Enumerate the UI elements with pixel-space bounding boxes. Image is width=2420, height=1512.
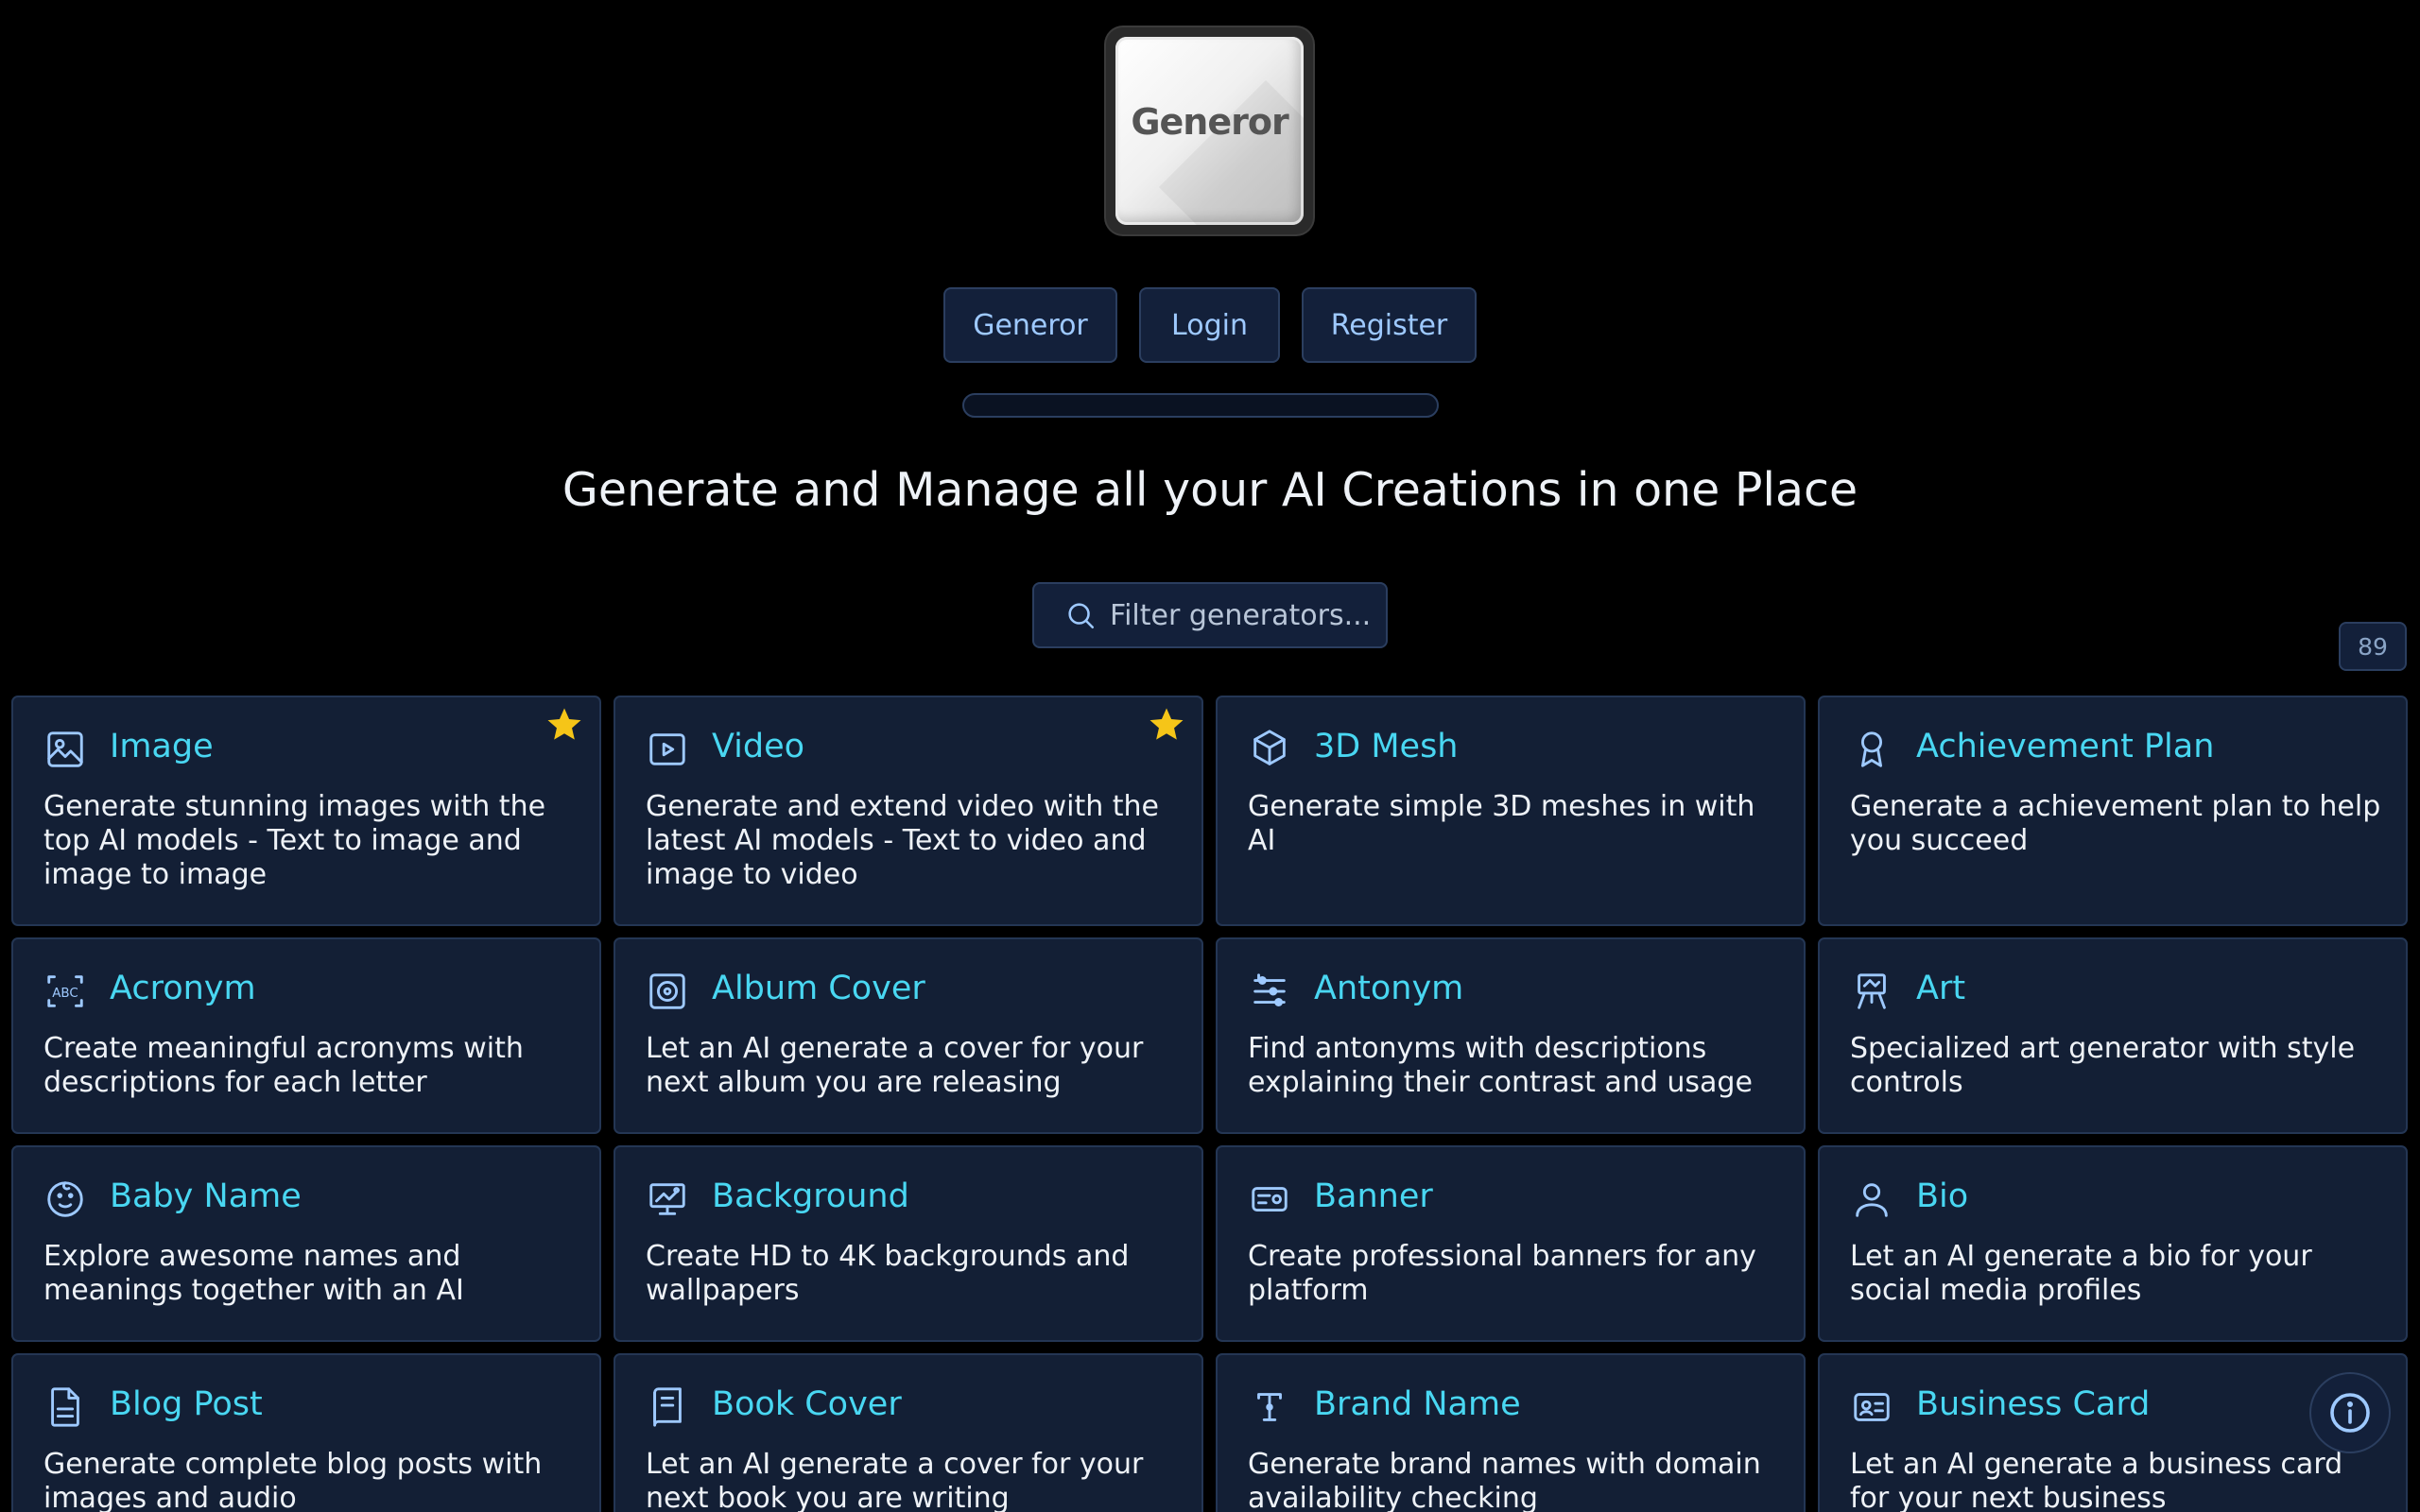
generator-card[interactable]: Background Create HD to 4K backgrounds an… (614, 1145, 1203, 1342)
generator-card-title: Video (712, 728, 805, 765)
generator-card-description: Find antonyms with descriptions explaini… (1248, 1032, 1753, 1099)
page: Generor Generor Login Register Generate … (0, 0, 2420, 1512)
logo-text: Generor (1131, 101, 1288, 143)
banner-icon (1252, 1187, 1288, 1211)
filter-generators-input[interactable] (1108, 597, 1386, 633)
generator-card[interactable]: Album Cover Let an AI generate a cover fo… (614, 937, 1203, 1134)
generator-card-title: Banner (1314, 1177, 1433, 1215)
generator-card-description: Create HD to 4K backgrounds and wallpape… (646, 1240, 1130, 1307)
easel-icon (1858, 973, 1886, 1009)
generator-card[interactable]: Book Cover Let an AI generate a cover for… (614, 1353, 1203, 1512)
document-icon (51, 1387, 79, 1427)
top-nav: Generor Login Register (0, 287, 2420, 365)
page-headline: Generate and Manage all your AI Creation… (562, 463, 1858, 517)
generator-card-title: Art (1916, 970, 1966, 1007)
id-card-icon (1854, 1393, 1890, 1421)
generator-card-title: Background (712, 1177, 909, 1215)
generator-card-title: Acronym (110, 970, 256, 1007)
generator-card-description: Create professional banners for any plat… (1248, 1240, 1756, 1307)
nav-generor-button[interactable]: Generor (943, 287, 1117, 363)
search-box[interactable] (1032, 582, 1388, 648)
generator-card[interactable]: ABC Acronym Create meaningful acronyms wit… (11, 937, 601, 1134)
favorite-star-icon[interactable] (544, 705, 584, 745)
generator-card[interactable]: Image Generate stunning images with the t… (11, 696, 601, 926)
generator-card[interactable]: Antonym Find antonyms with descriptions e… (1216, 937, 1806, 1134)
loading-bar (962, 393, 1439, 418)
generator-card-title: Business Card (1916, 1385, 2151, 1423)
generator-card-description: Let an AI generate a bio for your social… (1850, 1240, 2312, 1307)
generator-card-title: 3D Mesh (1314, 728, 1459, 765)
generator-card[interactable]: Video Generate and extend video with the … (614, 696, 1203, 926)
generator-card-description: Generate brand names with domain availab… (1248, 1448, 1761, 1512)
info-button[interactable] (2309, 1372, 2391, 1453)
baby-icon (47, 1181, 83, 1217)
generator-card[interactable]: Bio Let an AI generate a bio for your soc… (1818, 1145, 2408, 1342)
generator-card[interactable]: Baby Name Explore awesome names and meani… (11, 1145, 601, 1342)
generator-card[interactable]: Blog Post Generate complete blog posts wi… (11, 1353, 601, 1512)
disc-icon (649, 973, 685, 1009)
generator-card[interactable]: Brand Name Generate brand names with doma… (1216, 1353, 1806, 1512)
generator-card[interactable]: 3D Mesh Generate simple 3D meshes in with… (1216, 696, 1806, 926)
logo[interactable]: Generor (1106, 27, 1313, 234)
favorite-star-icon[interactable] (1147, 705, 1186, 745)
generator-card-description: Generate a achievement plan to help you … (1850, 790, 2381, 857)
generator-card-title: Antonym (1314, 970, 1464, 1007)
generator-card[interactable]: Art Specialized art generator with style … (1818, 937, 2408, 1134)
image-icon (47, 731, 83, 767)
generator-card-title: Album Cover (712, 970, 925, 1007)
cube-icon (1253, 730, 1286, 765)
award-icon (1860, 731, 1883, 767)
info-icon (2330, 1393, 2370, 1433)
generator-card[interactable]: Banner Create professional banners for an… (1216, 1145, 1806, 1342)
generator-card[interactable]: Achievement Plan Generate a achievement p… (1818, 696, 2408, 926)
generator-card-title: Image (110, 728, 214, 765)
typography-icon (1257, 1393, 1282, 1421)
generator-card-title: Bio (1916, 1177, 1969, 1215)
generator-card-title: Blog Post (110, 1385, 263, 1423)
sliders-icon (1253, 973, 1286, 1007)
generator-card-description: Generate stunning images with the top AI… (43, 790, 546, 891)
generator-card-description: Let an AI generate a business card for y… (1850, 1448, 2343, 1512)
monitor-icon (649, 1183, 685, 1215)
generator-card-title: Book Cover (712, 1385, 902, 1423)
nav-login-button[interactable]: Login (1139, 287, 1280, 363)
book-icon (653, 1387, 682, 1427)
generator-card-description: Let an AI generate a cover for your next… (646, 1448, 1144, 1512)
generator-card-title: Baby Name (110, 1177, 302, 1215)
generator-card-title: Brand Name (1314, 1385, 1521, 1423)
generator-card-description: Generate simple 3D meshes in with AI (1248, 790, 1755, 857)
search-icon (1068, 603, 1095, 629)
generator-card-description: Generate complete blog posts with images… (43, 1448, 543, 1512)
nav-register-button[interactable]: Register (1302, 287, 1477, 363)
generator-card-description: Generate and extend video with the lates… (646, 790, 1160, 891)
generator-card-description: Specialized art generator with style con… (1850, 1032, 2356, 1099)
generator-card-description: Create meaningful acronyms with descript… (43, 1032, 524, 1099)
generator-count-badge: 89 (2339, 622, 2407, 671)
generator-card-title: Achievement Plan (1916, 728, 2215, 765)
generator-card-description: Explore awesome names and meanings toget… (43, 1240, 464, 1307)
abc-icon: ABC (47, 975, 83, 1007)
user-icon (1856, 1183, 1888, 1217)
video-icon (649, 733, 685, 765)
generator-card-description: Let an AI generate a cover for your next… (646, 1032, 1144, 1099)
svg-text:ABC: ABC (52, 987, 78, 1001)
